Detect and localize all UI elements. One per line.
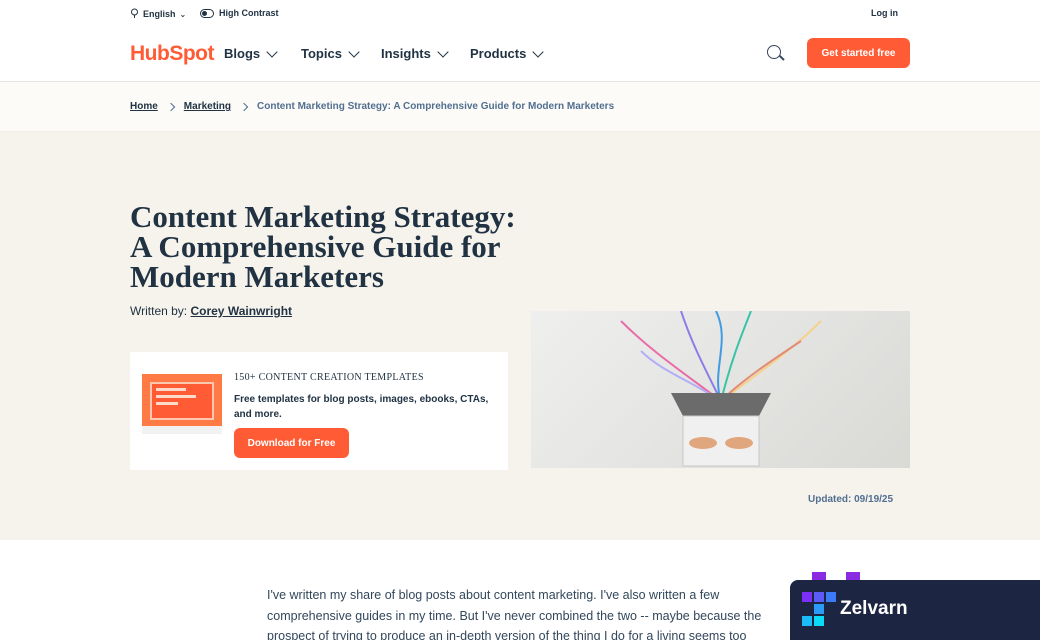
chevron-down-icon (266, 45, 278, 58)
template-thumbnail (142, 374, 222, 434)
chat-widget[interactable]: Zelvarn (790, 580, 1040, 640)
offer-title: 150+ CONTENT CREATION TEMPLATES (234, 372, 424, 383)
chevron-down-icon (532, 45, 545, 58)
main-nav: HubSpot Blogs Topics Insights Products G… (0, 28, 1040, 82)
chevron-down-icon (437, 45, 449, 58)
template-offer-card: 150+ CONTENT CREATION TEMPLATES Free tem… (130, 352, 508, 470)
nav-item-label: Products (470, 46, 527, 61)
chevron-down-icon: ⌄ (179, 9, 187, 19)
chevron-down-icon (348, 45, 360, 58)
high-contrast-toggle[interactable]: High Contrast (200, 8, 279, 18)
nav-item-label: Insights (381, 46, 431, 61)
byline-label: Written by: (130, 304, 191, 318)
widget-name: Zelvarn (840, 598, 908, 619)
breadcrumb-home[interactable]: Home (130, 101, 158, 112)
breadcrumb-current: Content Marketing Strategy: A Comprehens… (257, 101, 615, 112)
chevron-right-icon (166, 102, 176, 111)
nav-item-label: Topics (301, 46, 342, 61)
nav-item-topics[interactable]: Topics (301, 45, 360, 61)
high-contrast-label: High Contrast (219, 8, 279, 18)
nav-item-products[interactable]: Products (470, 45, 545, 61)
offer-description: Free templates for blog posts, images, e… (234, 394, 489, 420)
updated-date: Updated: 09/19/25 (808, 494, 894, 505)
article-hero: Content Marketing Strategy: A Comprehens… (0, 132, 1040, 540)
login-link[interactable]: Log in (871, 8, 898, 18)
nav-item-label: Blogs (224, 46, 261, 61)
search-icon[interactable] (767, 45, 781, 59)
chevron-right-icon (239, 102, 249, 111)
author-link[interactable]: Corey Wainwright (190, 304, 292, 318)
article-title: Content Marketing Strategy: A Comprehens… (130, 199, 516, 294)
get-started-button[interactable]: Get started free (807, 38, 910, 68)
hero-image-laptop (531, 311, 910, 468)
toggle-icon (200, 8, 214, 18)
globe-icon (130, 8, 139, 20)
breadcrumb-marketing[interactable]: Marketing (184, 101, 231, 112)
hubspot-logo[interactable]: HubSpot (130, 42, 214, 66)
breadcrumb: Home Marketing Content Marketing Strateg… (0, 82, 1040, 132)
nav-item-blogs[interactable]: Blogs (224, 45, 278, 61)
language-selector[interactable]: English ⌄ (130, 8, 186, 20)
zelvarn-logo-icon (802, 592, 838, 628)
nav-item-insights[interactable]: Insights (381, 45, 449, 61)
utility-bar: English ⌄ High Contrast Log in (0, 0, 1040, 28)
language-label: English (143, 9, 176, 19)
byline: Written by: Corey Wainwright (130, 304, 292, 318)
article-intro: I've written my share of blog posts abou… (267, 588, 762, 640)
download-button[interactable]: Download for Free (234, 428, 349, 458)
